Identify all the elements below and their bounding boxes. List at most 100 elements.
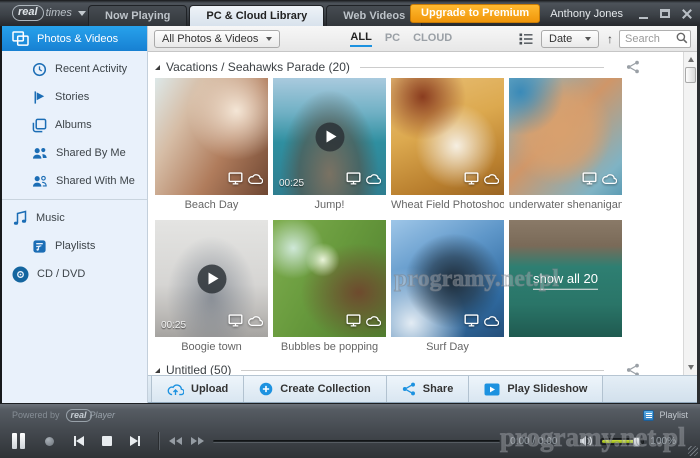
- sort-dropdown[interactable]: Date: [541, 30, 599, 48]
- media-card[interactable]: Bubbles be popping: [273, 220, 386, 353]
- volume-slider[interactable]: [600, 438, 644, 445]
- tab-now-playing[interactable]: Now Playing: [88, 5, 187, 26]
- show-all-thumbnail[interactable]: show all 20: [509, 220, 622, 337]
- realplayer-logo-player: Player: [90, 410, 116, 420]
- media-card[interactable]: 00:25 Boogie town: [155, 220, 268, 353]
- sort-direction-button[interactable]: ↑: [607, 32, 613, 46]
- minimize-button[interactable]: [639, 17, 648, 19]
- powered-by-label: Powered by: [12, 410, 60, 420]
- media-card[interactable]: underwater shenanigans: [509, 78, 622, 211]
- people-outline-icon: [32, 174, 48, 189]
- filter-dropdown[interactable]: All Photos & Videos: [154, 30, 280, 48]
- music-note-icon: [12, 210, 28, 226]
- cloud-icon: [483, 314, 499, 332]
- playlist-button[interactable]: Playlist: [643, 410, 688, 421]
- photo-thumbnail[interactable]: [391, 220, 504, 337]
- record-button[interactable]: [45, 437, 54, 446]
- main-tabs: Now Playing PC & Cloud Library Web Video…: [88, 5, 424, 26]
- upgrade-premium-button[interactable]: Upgrade to Premium: [410, 4, 540, 23]
- sidebar-item-cd-dvd[interactable]: CD / DVD: [2, 260, 147, 288]
- media-card[interactable]: Beach Day: [155, 78, 268, 211]
- monitor-icon: [464, 314, 479, 332]
- sidebar-item-playlists[interactable]: Playlists: [2, 232, 147, 260]
- vertical-scrollbar[interactable]: [683, 52, 697, 375]
- collapse-icon[interactable]: [155, 368, 160, 373]
- sidebar-item-music[interactable]: Music: [2, 204, 147, 232]
- sidebar-divider: [2, 199, 147, 200]
- seek-bar[interactable]: [213, 440, 500, 443]
- video-thumbnail[interactable]: 00:25: [273, 78, 386, 195]
- volume-percent: 100%: [650, 436, 676, 447]
- tab-pc-cloud-library[interactable]: PC & Cloud Library: [189, 5, 324, 26]
- tab-cloud[interactable]: CLOUD: [413, 32, 452, 46]
- sidebar-item-albums[interactable]: Albums: [2, 111, 147, 139]
- sidebar-item-shared-by-me[interactable]: Shared By Me: [2, 139, 147, 167]
- media-card[interactable]: Wheat Field Photoshoot: [391, 78, 504, 211]
- upload-button[interactable]: Upload: [151, 376, 244, 402]
- photos-videos-icon: [12, 31, 29, 46]
- cloud-icon: [365, 172, 381, 190]
- collapse-icon[interactable]: [155, 65, 160, 70]
- sidebar-item-recent-activity[interactable]: Recent Activity: [2, 55, 147, 83]
- previous-button[interactable]: [74, 436, 84, 446]
- tab-web-videos[interactable]: Web Videos: [326, 5, 422, 26]
- resize-grip[interactable]: [688, 446, 698, 456]
- scroll-down-button[interactable]: [684, 361, 697, 374]
- media-title: Jump!: [273, 195, 386, 211]
- media-card[interactable]: 00:25 Jump!: [273, 78, 386, 211]
- scroll-up-button[interactable]: [684, 53, 697, 66]
- list-view-icon[interactable]: [519, 33, 533, 45]
- stop-button[interactable]: [102, 436, 112, 446]
- media-card[interactable]: Surf Day: [391, 220, 504, 353]
- sidebar-item-photos-videos[interactable]: Photos & Videos: [2, 26, 147, 51]
- search-box: [619, 29, 691, 48]
- speaker-icon[interactable]: [579, 435, 593, 447]
- video-thumbnail[interactable]: 00:25: [155, 220, 268, 337]
- tab-pc[interactable]: PC: [385, 32, 400, 46]
- photo-grid-row-1: Beach Day 00:25 Jump!: [148, 78, 697, 211]
- main-panel: All Photos & Videos ALL PC CLOUD Date ↑: [148, 26, 697, 403]
- play-icon[interactable]: [197, 264, 226, 293]
- button-label: Create Collection: [280, 383, 370, 395]
- photo-thumbnail[interactable]: [391, 78, 504, 195]
- section-header-untitled: Untitled (50): [148, 355, 697, 375]
- sidebar-item-stories[interactable]: Stories: [2, 83, 147, 111]
- app-logo-menu[interactable]: real times: [12, 5, 86, 21]
- play-icon[interactable]: [315, 122, 344, 151]
- user-menu[interactable]: Anthony Jones: [550, 8, 623, 20]
- photo-thumbnail[interactable]: [155, 78, 268, 195]
- monitor-icon: [228, 172, 243, 190]
- fast-forward-button[interactable]: [191, 437, 204, 445]
- monitor-icon: [228, 314, 243, 332]
- share-button[interactable]: Share: [387, 376, 470, 402]
- controls-divider: [158, 432, 159, 450]
- monitor-icon: [346, 172, 361, 190]
- storage-badges: [228, 172, 263, 190]
- close-button[interactable]: [682, 9, 692, 19]
- sort-dropdown-value: Date: [549, 33, 572, 45]
- tab-all[interactable]: ALL: [350, 31, 371, 47]
- show-all-card[interactable]: show all 20: [509, 220, 622, 353]
- play-slideshow-button[interactable]: Play Slideshow: [469, 376, 603, 402]
- next-button[interactable]: [130, 436, 140, 446]
- storage-badges: [346, 172, 381, 190]
- rewind-button[interactable]: [169, 437, 182, 445]
- sidebar-item-shared-with-me[interactable]: Shared With Me: [2, 167, 147, 195]
- show-all-label[interactable]: show all 20: [509, 270, 622, 285]
- photo-thumbnail[interactable]: [273, 220, 386, 337]
- share-icon[interactable]: [626, 363, 640, 375]
- cloud-icon: [483, 172, 499, 190]
- plus-circle-icon: [259, 382, 273, 396]
- pause-button[interactable]: [12, 433, 25, 449]
- volume-knob[interactable]: [633, 437, 640, 447]
- scrollbar-thumb[interactable]: [685, 67, 696, 83]
- maximize-button[interactable]: [660, 9, 670, 18]
- filter-dropdown-value: All Photos & Videos: [162, 33, 258, 45]
- cloud-upload-icon: [167, 383, 184, 396]
- section-title: Vacations / Seahawks Parade (20): [166, 60, 350, 74]
- media-title: Surf Day: [391, 337, 504, 353]
- window-controls: [639, 9, 692, 19]
- create-collection-button[interactable]: Create Collection: [244, 376, 386, 402]
- photo-thumbnail[interactable]: [509, 78, 622, 195]
- share-icon[interactable]: [626, 60, 640, 74]
